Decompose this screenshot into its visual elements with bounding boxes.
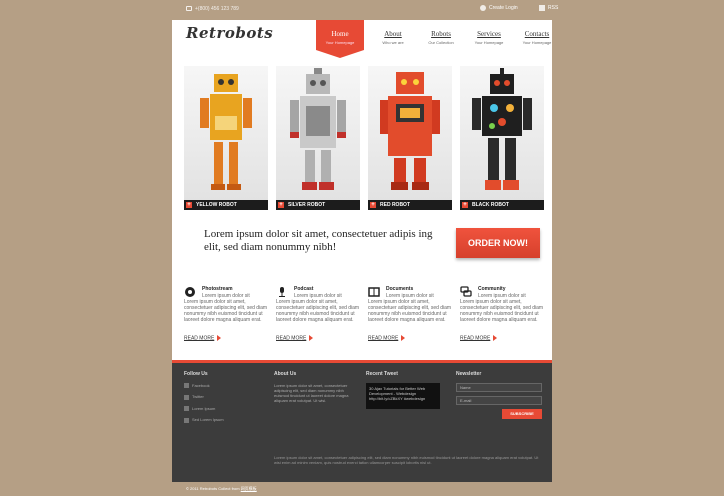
phone-icon [186,6,192,12]
feature-community: Community Lorem ipsum dolor sit Lorem ip… [460,286,544,341]
top-bar: +(800) 456 123 789 Create Login RSS [0,0,724,20]
feature-title: Podcast [294,286,314,292]
robot-gallery: + YELLOW ROBOT + SILVER ROBOT + RED ROBO… [184,66,544,210]
features-row: Photostream Lorem ipsum dolor sit Lorem … [184,286,544,341]
footer-bottom-text: Lorem ipsum dolor sit amet, consectetuer… [274,455,539,465]
feature-title: Photostream [202,286,233,292]
plus-icon: + [278,202,284,208]
read-more-link[interactable]: READ MORE [184,335,268,341]
robot-caption[interactable]: + RED ROBOT [368,200,452,210]
read-more-link[interactable]: READ MORE [276,335,360,341]
footer-heading: Recent Tweet [366,371,398,377]
arrow-right-icon [493,335,498,341]
facebook-icon [184,383,189,389]
nav-item-robots[interactable]: Robots Our Collection [417,20,465,46]
nav-item-contacts[interactable]: Contacts Your Homepage [513,20,561,46]
about-text: Lorem ipsum dolor sit amet, consectetuer… [274,383,349,403]
footer: Follow Us Facebook Twitter Lorem Ipsum S… [172,360,552,482]
nav-label[interactable]: Home [331,30,348,38]
aperture-icon [185,287,195,297]
copyright-link[interactable]: 网页模板 [241,486,257,491]
link-icon [184,406,189,412]
user-icon [480,5,486,11]
feature-podcast: Podcast Lorem ipsum dolor sit Lorem ipsu… [276,286,360,341]
microphone-icon [279,287,285,297]
copyright: © 2011 Retrobots Collect from 网页模板 [186,486,257,491]
nav-item-about[interactable]: About Who we are [369,20,417,46]
read-more-link[interactable]: READ MORE [460,335,544,341]
email-input[interactable]: E-mail [456,396,542,405]
plus-icon: + [370,202,376,208]
follow-link-4[interactable]: Sed Lorem Ipsum [184,417,264,423]
book-icon [368,287,380,297]
phone-info: +(800) 456 123 789 [186,6,239,12]
robot-image [276,66,360,202]
follow-link-facebook[interactable]: Facebook [184,383,264,389]
footer-heading: Newsletter [456,371,482,377]
robot-image [368,66,452,202]
nav-item-services[interactable]: Services Your Homepage [465,20,513,46]
robot-caption[interactable]: + SILVER ROBOT [276,200,360,210]
nav-sub: Your Homepage [522,40,552,45]
main-page: Retrobots Home Your Homepage About Who w… [172,20,552,360]
feature-text: Lorem ipsum dolor sit amet, consectetuer… [460,299,544,323]
subscribe-button[interactable]: SUBSCRIBE [502,409,542,419]
read-more-link[interactable]: READ MORE [368,335,452,341]
chat-icon [460,286,472,297]
follow-link-twitter[interactable]: Twitter [184,394,264,400]
robot-caption[interactable]: + YELLOW ROBOT [184,200,268,210]
tweet-box[interactable]: 30 Ajax Tutorials for Better Web Develop… [366,383,440,409]
footer-newsletter: Newsletter Name E-mail SUBSCRIBE [456,371,546,419]
nav-sub: Your Homepage [325,40,355,45]
promo-text: Lorem ipsum dolor sit amet, consectetuer… [204,228,433,253]
top-links: Create Login RSS [480,5,578,11]
robot-card-silver[interactable]: + SILVER ROBOT [276,66,360,210]
nav-label[interactable]: Services [477,30,501,38]
robot-image [184,66,268,202]
robot-caption[interactable]: + BLACK ROBOT [460,200,544,210]
footer-follow-us: Follow Us Facebook Twitter Lorem Ipsum S… [184,371,264,429]
feature-text: Lorem ipsum dolor sit amet, consectetuer… [276,299,360,323]
nav-sub: Who we are [382,40,404,45]
footer-recent-tweet: Recent Tweet 30 Ajax Tutorials for Bette… [366,371,446,409]
create-login-link[interactable]: Create Login [480,5,528,11]
plus-icon: + [462,202,468,208]
feature-title: Documents [386,286,414,292]
nav-item-home[interactable]: Home Your Homepage [316,20,364,58]
feature-text: Lorem ipsum dolor sit amet, consectetuer… [368,299,452,323]
footer-heading: About Us [274,371,297,377]
nav-label[interactable]: Contacts [525,30,550,38]
arrow-right-icon [309,335,314,341]
arrow-right-icon [401,335,406,341]
link-icon [184,417,189,423]
feature-text: Lorem ipsum dolor sit amet, consectetuer… [184,299,268,323]
robot-card-yellow[interactable]: + YELLOW ROBOT [184,66,268,210]
site-logo[interactable]: Retrobots [186,24,273,42]
robot-card-black[interactable]: + BLACK ROBOT [460,66,544,210]
nav-label[interactable]: About [384,30,402,38]
phone-number: +(800) 456 123 789 [195,6,239,12]
name-input[interactable]: Name [456,383,542,392]
feature-title: Community [478,286,506,292]
arrow-right-icon [217,335,222,341]
robot-card-red[interactable]: + RED ROBOT [368,66,452,210]
plus-icon: + [186,202,192,208]
footer-heading: Follow Us [184,371,208,377]
nav-label[interactable]: Robots [431,30,451,38]
nav-sub: Our Collection [428,40,454,45]
rss-link[interactable]: RSS [539,5,568,11]
feature-photostream: Photostream Lorem ipsum dolor sit Lorem … [184,286,268,341]
main-nav: Home Your Homepage About Who we are Robo… [316,20,561,60]
twitter-icon [184,394,189,400]
nav-sub: Your Homepage [474,40,504,45]
follow-link-3[interactable]: Lorem Ipsum [184,406,264,412]
footer-about-us: About Us Lorem ipsum dolor sit amet, con… [274,371,354,409]
order-now-button[interactable]: ORDER NOW! [456,228,540,258]
feature-documents: Documents Lorem ipsum dolor sit Lorem ip… [368,286,452,341]
rss-icon [539,5,546,11]
robot-image [460,66,544,202]
